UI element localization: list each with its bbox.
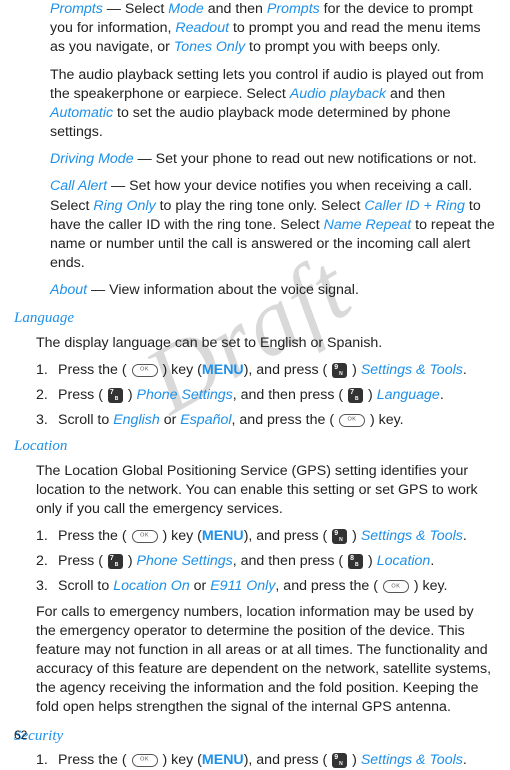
prompts-paragraph: Prompts — Select Mode and then Prompts f… (14, 0, 496, 58)
page-number: 62 (14, 727, 27, 743)
call-alert-paragraph: Call Alert — Set how your device notifie… (14, 177, 496, 273)
key-7-icon: 7B (108, 554, 123, 569)
language-heading: Language (14, 308, 496, 328)
language-step-3: 3. Scroll to English or Español, and pre… (14, 411, 496, 430)
key-7-icon: 7B (108, 388, 123, 403)
key-9-icon: 9N (332, 529, 347, 544)
step-number: 3. (36, 411, 58, 430)
step-number: 1. (36, 527, 58, 546)
security-heading: Security (14, 726, 496, 746)
location-heading: Location (14, 436, 496, 456)
ok-key-icon (132, 754, 158, 767)
language-step-1: 1. Press the ( ) key (MENU), and press (… (14, 361, 496, 380)
driving-mode-paragraph: Driving Mode — Set your phone to read ou… (14, 150, 496, 169)
key-7-icon: 7B (348, 388, 363, 403)
ok-key-icon (339, 414, 365, 427)
page-content: Prompts — Select Mode and then Prompts f… (14, 0, 496, 770)
language-intro: The display language can be set to Engli… (14, 334, 496, 353)
location-note: For calls to emergency numbers, location… (14, 603, 496, 718)
about-paragraph: About — View information about the voice… (14, 281, 496, 300)
audio-playback-paragraph: The audio playback setting lets you cont… (14, 66, 496, 143)
step-number: 1. (36, 751, 58, 770)
location-step-3: 3. Scroll to Location On or E911 Only, a… (14, 577, 496, 596)
location-step-2: 2. Press ( 7B ) Phone Settings, and then… (14, 552, 496, 571)
step-number: 2. (36, 552, 58, 571)
step-number: 1. (36, 361, 58, 380)
key-9-icon: 9N (332, 753, 347, 768)
key-9-icon: 9N (332, 363, 347, 378)
step-number: 2. (36, 386, 58, 405)
location-step-1: 1. Press the ( ) key (MENU), and press (… (14, 527, 496, 546)
security-step-1: 1. Press the ( ) key (MENU), and press (… (14, 751, 496, 770)
step-number: 3. (36, 577, 58, 596)
ok-key-icon (383, 580, 409, 593)
ok-key-icon (132, 364, 158, 377)
language-step-2: 2. Press ( 7B ) Phone Settings, and then… (14, 386, 496, 405)
ok-key-icon (132, 530, 158, 543)
location-intro: The Location Global Positioning Service … (14, 462, 496, 520)
key-8-icon: 8B (348, 554, 363, 569)
